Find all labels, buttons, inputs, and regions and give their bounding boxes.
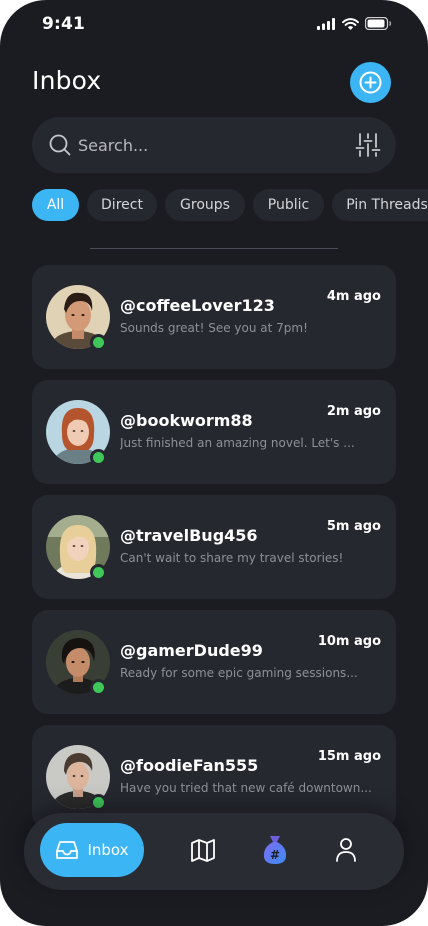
message-preview: Ready for some epic gaming sessions... — [120, 666, 358, 680]
chip-public[interactable]: Public — [253, 189, 324, 221]
status-bar: 9:41 — [0, 0, 428, 50]
chip-direct[interactable]: Direct — [87, 189, 157, 221]
conversation-handle: @travelBug456 — [120, 526, 258, 545]
tab-inbox-label: Inbox — [87, 841, 129, 859]
search-icon — [49, 134, 71, 156]
phone-screen: 9:41 Inbox Search... All Direct Groups P… — [0, 0, 428, 926]
message-time: 5m ago — [326, 519, 381, 534]
profile-icon[interactable] — [334, 837, 358, 863]
chip-all[interactable]: All — [32, 189, 79, 221]
wifi-icon — [342, 17, 359, 30]
chip-groups[interactable]: Groups — [165, 189, 245, 221]
plus-circle-icon — [359, 71, 382, 94]
conversation-handle: @bookworm88 — [120, 411, 253, 430]
search-input[interactable] — [78, 131, 328, 159]
new-message-button[interactable] — [350, 62, 391, 103]
online-status-dot — [90, 794, 107, 811]
filter-chips: All Direct Groups Public Pin Threads — [32, 189, 428, 221]
message-time: 4m ago — [326, 289, 381, 304]
message-preview: Can't wait to share my travel stories! — [120, 551, 344, 565]
svg-text:#: # — [270, 848, 280, 862]
message-time: 10m ago — [317, 634, 381, 649]
search-bar[interactable] — [32, 117, 396, 173]
filter-sliders-icon[interactable] — [355, 132, 381, 158]
divider — [90, 248, 338, 249]
page-title: Inbox — [32, 66, 102, 95]
status-icons — [317, 17, 392, 30]
map-icon[interactable] — [190, 837, 216, 863]
chip-pin-threads[interactable]: Pin Threads — [332, 189, 428, 221]
conversation-item[interactable]: @gamerDude99 Ready for some epic gaming … — [32, 610, 396, 714]
conversation-handle: @foodieFan555 — [120, 756, 259, 775]
conversation-handle: @gamerDude99 — [120, 641, 263, 660]
online-status-dot — [90, 334, 107, 351]
conversation-item[interactable]: @travelBug456 Can't wait to share my tra… — [32, 495, 396, 599]
message-preview: Have you tried that new café downtown... — [120, 781, 372, 795]
inbox-icon — [56, 841, 79, 859]
hashtag-bag-icon[interactable]: # — [262, 834, 288, 866]
conversation-item[interactable]: @bookworm88 Just finished an amazing nov… — [32, 380, 396, 484]
online-status-dot — [90, 679, 107, 696]
online-status-dot — [90, 449, 107, 466]
online-status-dot — [90, 564, 107, 581]
status-time: 9:41 — [42, 14, 86, 34]
message-preview: Just finished an amazing novel. Let's ..… — [120, 436, 355, 450]
message-preview: Sounds great! See you at 7pm! — [120, 321, 308, 335]
bottom-tab-bar: Inbox # — [24, 813, 404, 890]
tab-inbox[interactable]: Inbox — [40, 823, 144, 877]
battery-icon — [365, 17, 392, 30]
conversation-handle: @coffeeLover123 — [120, 296, 275, 315]
conversation-item[interactable]: @coffeeLover123 Sounds great! See you at… — [32, 265, 396, 369]
cellular-signal-icon — [317, 17, 335, 30]
message-time: 2m ago — [326, 404, 381, 419]
message-time: 15m ago — [317, 749, 381, 764]
